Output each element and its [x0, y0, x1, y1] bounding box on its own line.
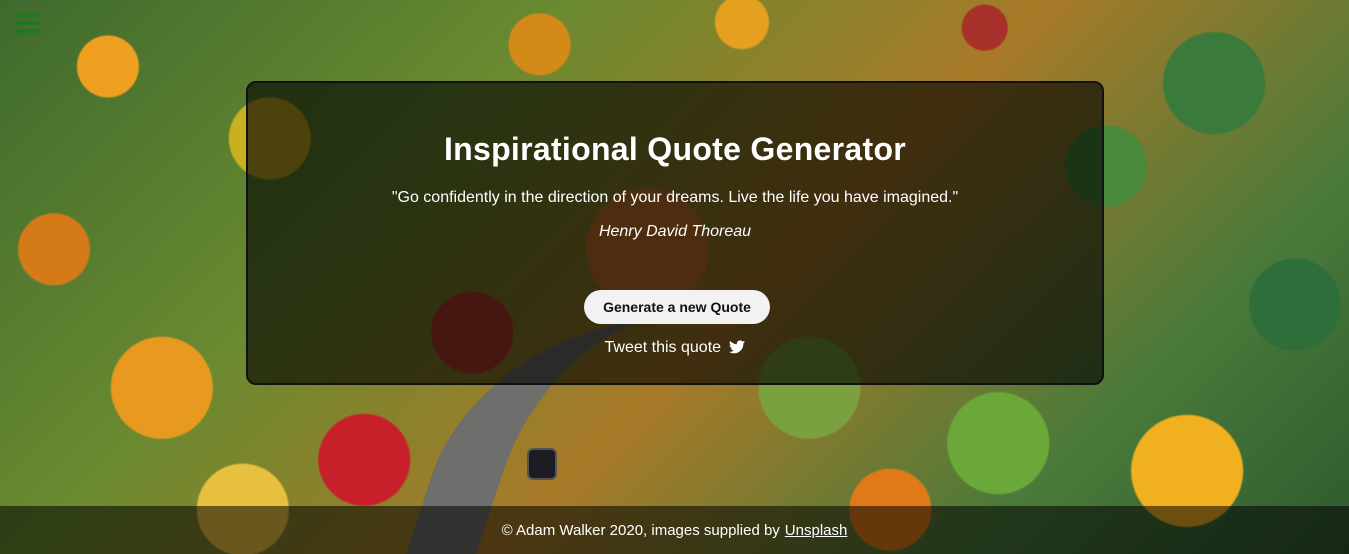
- generate-quote-button[interactable]: Generate a new Quote: [584, 290, 770, 324]
- quote-text: "Go confidently in the direction of your…: [391, 189, 959, 206]
- unsplash-link[interactable]: Unsplash: [785, 522, 848, 539]
- hamburger-menu-icon[interactable]: [14, 13, 41, 33]
- quote-author: Henry David Thoreau: [598, 223, 752, 240]
- tweet-label: Tweet this quote: [604, 339, 722, 356]
- menu-bar: [14, 13, 41, 17]
- twitter-bird-icon: [729, 340, 746, 354]
- tweet-quote-link[interactable]: Tweet this quote: [248, 339, 1102, 357]
- menu-bar: [14, 29, 41, 33]
- menu-bar: [14, 21, 41, 25]
- quote-card: Inspirational Quote Generator "Go confid…: [246, 81, 1104, 385]
- page-title: Inspirational Quote Generator: [443, 131, 907, 167]
- footer-credit: © Adam Walker 2020, images supplied by: [501, 521, 780, 539]
- car: [527, 448, 557, 480]
- footer: © Adam Walker 2020, images supplied by U…: [0, 506, 1349, 554]
